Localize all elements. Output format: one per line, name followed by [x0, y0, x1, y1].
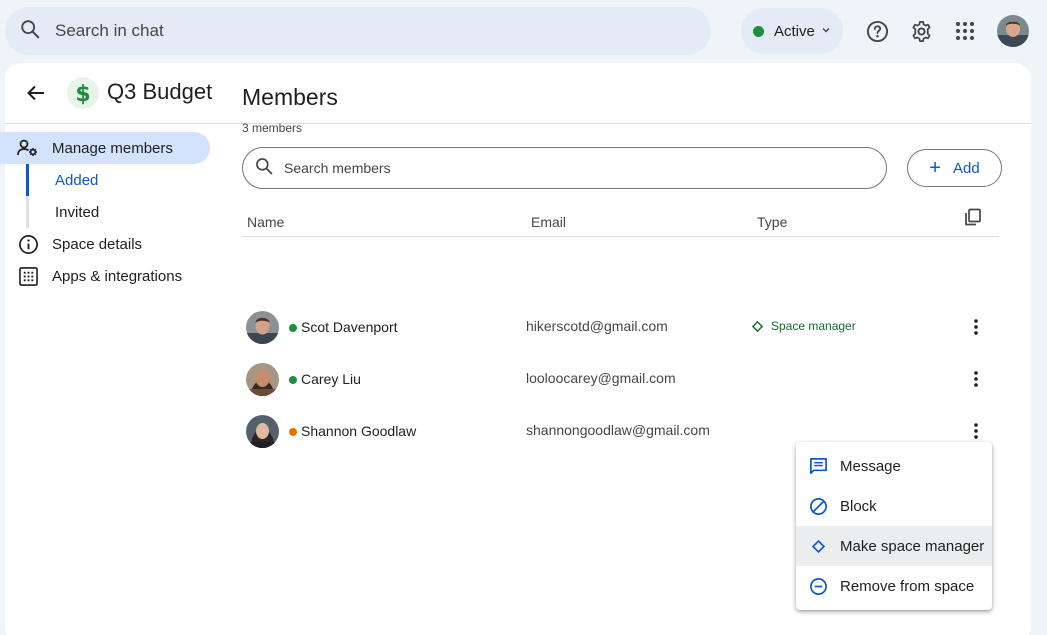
add-button-label: Add — [952, 159, 980, 177]
presence-dot — [289, 376, 297, 384]
member-email: looloocarey@gmail.com — [526, 370, 676, 386]
menu-item-block[interactable]: Block — [796, 486, 992, 526]
invited-indicator — [26, 196, 29, 228]
column-header-type: Type — [757, 214, 788, 230]
info-icon — [17, 233, 39, 255]
apps-icon — [17, 265, 39, 287]
members-count: 3 members — [242, 121, 303, 135]
space-header: $ Q3 Budget — [5, 63, 1031, 124]
menu-item-message[interactable]: Message — [796, 446, 992, 486]
nav-space-details[interactable]: Space details — [0, 228, 142, 260]
menu-item-make-space-manager[interactable]: Make space manager — [796, 526, 992, 566]
copy-icon[interactable] — [963, 207, 983, 227]
menu-item-label: Remove from space — [840, 577, 975, 595]
help-icon[interactable] — [865, 19, 889, 43]
chat-search-bar[interactable]: Search in chat — [5, 7, 711, 55]
diamond-icon — [807, 535, 829, 557]
table-row[interactable]: Scot Davenport hikerscotd@gmail.com Spac… — [242, 301, 999, 353]
plus-icon: + — [929, 157, 941, 179]
nav-invited[interactable]: Invited — [55, 204, 99, 221]
settings-icon[interactable] — [909, 19, 933, 43]
members-heading: Members — [242, 84, 338, 110]
diamond-icon — [752, 320, 763, 332]
column-header-name: Name — [247, 214, 285, 230]
menu-item-label: Make space manager — [840, 537, 985, 555]
svg-text:$: $ — [75, 82, 90, 106]
search-placeholder: Search in chat — [55, 21, 164, 40]
manage-members-icon — [17, 137, 39, 159]
back-arrow-icon[interactable] — [23, 80, 49, 106]
member-name: Shannon Goodlaw — [301, 423, 417, 439]
nav-apps-integrations[interactable]: Apps & integrations — [0, 260, 182, 292]
more-options-icon[interactable] — [964, 315, 988, 339]
table-header-divider — [242, 236, 999, 237]
nav-added[interactable]: Added — [55, 172, 98, 189]
avatar — [246, 311, 279, 344]
apps-grid-icon[interactable] — [953, 19, 977, 43]
more-options-icon[interactable] — [964, 367, 988, 391]
member-name: Scot Davenport — [301, 319, 398, 335]
member-name: Carey Liu — [301, 371, 361, 387]
member-email: shannongoodlaw@gmail.com — [526, 422, 710, 438]
presence-dot — [289, 324, 297, 332]
active-status-dot — [753, 25, 764, 37]
avatar — [246, 363, 279, 396]
status-dropdown[interactable]: Active — [741, 8, 843, 54]
search-icon — [254, 156, 274, 181]
add-member-button[interactable]: + Add — [907, 149, 1002, 187]
column-header-email: Email — [531, 214, 567, 230]
member-type-label: Space manager — [771, 319, 856, 333]
chevron-down-icon — [821, 22, 831, 40]
dollar-sign-icon: $ — [67, 77, 99, 109]
message-icon — [807, 455, 829, 477]
block-icon — [807, 495, 829, 517]
remove-circle-icon — [807, 575, 829, 597]
menu-item-remove-from-space[interactable]: Remove from space — [796, 566, 992, 606]
nav-space-details-label: Space details — [52, 235, 143, 253]
presence-dot — [289, 428, 297, 436]
search-members-placeholder: Search members — [284, 160, 391, 176]
status-label: Active — [774, 22, 815, 40]
space-title: Q3 Budget — [107, 79, 213, 104]
added-indicator — [26, 164, 29, 196]
more-options-icon[interactable] — [964, 419, 988, 443]
account-avatar[interactable] — [997, 15, 1029, 47]
avatar — [246, 415, 279, 448]
menu-item-label: Message — [840, 457, 901, 475]
member-type-badge: Space manager — [752, 319, 856, 333]
nav-manage-members-label: Manage members — [52, 139, 173, 157]
table-row[interactable]: Carey Liu looloocarey@gmail.com — [242, 353, 999, 405]
search-icon — [19, 18, 41, 45]
nav-manage-members[interactable]: Manage members — [0, 132, 210, 164]
nav-apps-integrations-label: Apps & integrations — [52, 267, 183, 285]
member-options-menu: Message Block Make space manager Remove … — [796, 442, 992, 610]
member-email: hikerscotd@gmail.com — [526, 318, 668, 334]
search-members-input[interactable]: Search members — [242, 147, 887, 189]
menu-item-label: Block — [840, 497, 877, 515]
